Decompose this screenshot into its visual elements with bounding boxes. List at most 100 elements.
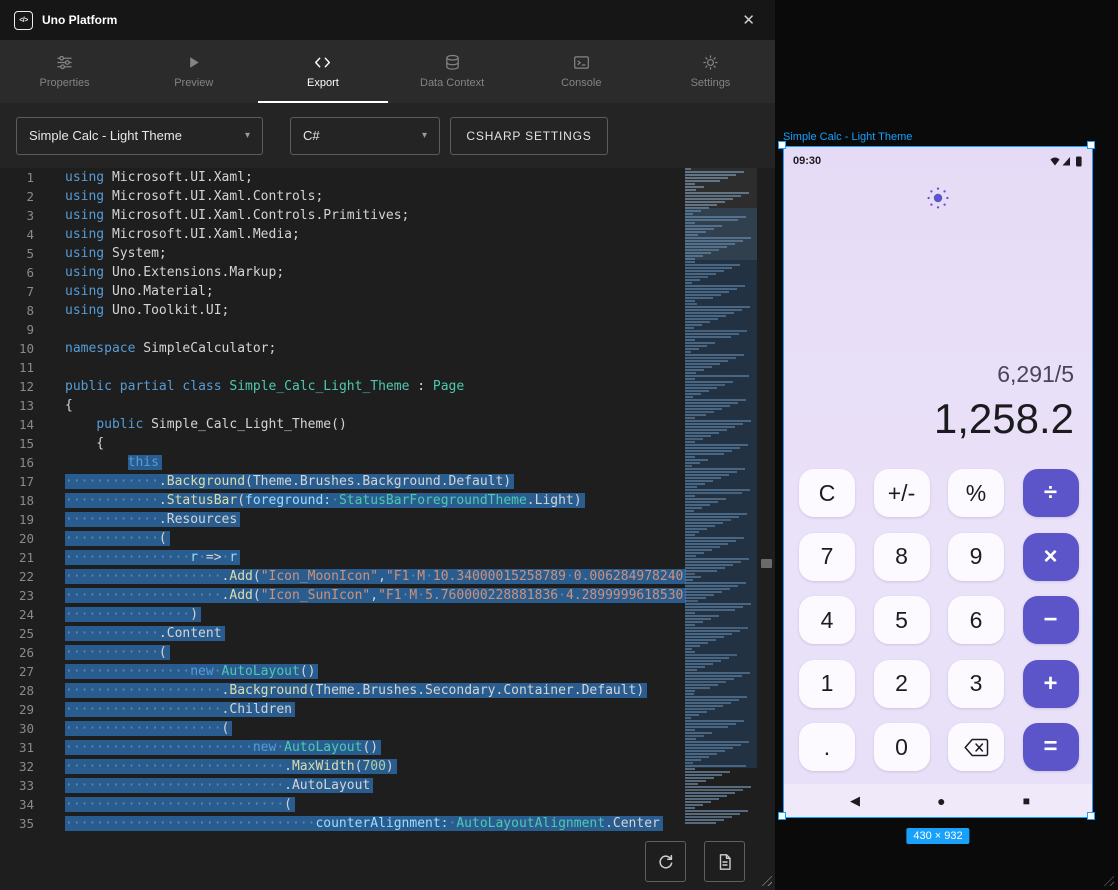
key-3[interactable]: 3 — [948, 660, 1004, 708]
code-line[interactable]: 5using System; — [0, 244, 775, 263]
code-line[interactable]: 18············.StatusBar(foreground:·Sta… — [0, 491, 775, 510]
minimap-viewport[interactable] — [685, 168, 757, 260]
display-expression: 6,291/5 — [934, 361, 1074, 388]
frame-label[interactable]: Simple Calc - Light Theme — [783, 131, 912, 143]
code-line[interactable]: 1using Microsoft.UI.Xaml; — [0, 168, 775, 187]
code-line[interactable]: 20············( — [0, 529, 775, 548]
code-line[interactable]: 35································counte… — [0, 814, 775, 832]
key-divide[interactable]: ÷ — [1023, 469, 1079, 517]
key-4[interactable]: 4 — [799, 596, 855, 644]
gear-icon — [702, 54, 719, 71]
nav-back-icon[interactable]: ◀ — [850, 793, 860, 809]
chevron-down-icon: ▾ — [422, 130, 427, 141]
language-select[interactable]: C# ▾ — [290, 117, 440, 155]
export-toolbar: Simple Calc - Light Theme ▾ C# ▾ CSHARP … — [0, 103, 775, 168]
key-minus[interactable]: − — [1023, 596, 1079, 644]
key-8[interactable]: 8 — [874, 533, 930, 581]
figma-canvas[interactable]: Simple Calc - Light Theme 09:30 6 — [775, 0, 1118, 890]
code-line[interactable]: 28····················.Background(Theme.… — [0, 681, 775, 700]
frame-size-badge: 430 × 932 — [906, 828, 969, 844]
key-percent[interactable]: % — [948, 469, 1004, 517]
tab-settings[interactable]: Settings — [646, 40, 775, 103]
wifi-signal-battery-icon — [1050, 156, 1083, 167]
selection-handle-bottom-right[interactable] — [1087, 812, 1095, 820]
key-equals[interactable]: = — [1023, 723, 1079, 771]
nav-recents-icon[interactable]: ■ — [1023, 794, 1030, 808]
tab-properties[interactable]: Properties — [0, 40, 129, 103]
minimap-selection — [685, 208, 757, 768]
key-decimal[interactable]: . — [799, 723, 855, 771]
theme-select[interactable]: Simple Calc - Light Theme ▾ — [16, 117, 263, 155]
code-line[interactable]: 3using Microsoft.UI.Xaml.Controls.Primit… — [0, 206, 775, 225]
phone-frame[interactable]: 09:30 6,291/5 1,258.2 C+/-%÷789× — [783, 146, 1093, 818]
play-icon — [185, 54, 202, 71]
selection-handle-top-right[interactable] — [1087, 141, 1095, 149]
code-line[interactable]: 23····················.Add("Icon_SunIcon… — [0, 586, 775, 605]
key-plus[interactable]: + — [1023, 660, 1079, 708]
code-line[interactable]: 16 this — [0, 453, 775, 472]
code-line[interactable]: 21················r·=>·r — [0, 548, 775, 567]
code-line[interactable]: 33····························.AutoLayou… — [0, 776, 775, 795]
code-line[interactable]: 17············.Background(Theme.Brushes.… — [0, 472, 775, 491]
selection-handle-top-left[interactable] — [778, 141, 786, 149]
selection-handle-bottom-left[interactable] — [778, 812, 786, 820]
code-line[interactable]: 14 public Simple_Calc_Light_Theme() — [0, 415, 775, 434]
key-5[interactable]: 5 — [874, 596, 930, 644]
key-sign[interactable]: +/- — [874, 469, 930, 517]
sliders-icon — [56, 54, 73, 71]
code-line[interactable]: 6using Uno.Extensions.Markup; — [0, 263, 775, 282]
code-line[interactable]: 22····················.Add("Icon_MoonIco… — [0, 567, 775, 586]
key-backspace[interactable] — [948, 723, 1004, 771]
code-line[interactable]: 25············.Content — [0, 624, 775, 643]
phone-status-bar: 09:30 — [784, 147, 1092, 171]
key-7[interactable]: 7 — [799, 533, 855, 581]
code-line[interactable]: 13{ — [0, 396, 775, 415]
code-line[interactable]: 9 — [0, 320, 775, 339]
nav-home-icon[interactable]: ● — [937, 793, 945, 809]
minimap[interactable] — [685, 168, 757, 825]
key-0[interactable]: 0 — [874, 723, 930, 771]
chevron-down-icon: ▾ — [245, 130, 250, 141]
code-brackets-icon — [314, 54, 331, 71]
tab-label: Data Context — [420, 77, 484, 89]
code-line[interactable]: 10namespace SimpleCalculator; — [0, 339, 775, 358]
tab-export[interactable]: Export — [258, 40, 387, 103]
code-lines: 1using Microsoft.UI.Xaml;2using Microsof… — [0, 168, 775, 832]
code-line[interactable]: 2using Microsoft.UI.Xaml.Controls; — [0, 187, 775, 206]
plugin-resize-grip[interactable] — [759, 873, 772, 886]
export-file-button[interactable] — [704, 841, 745, 882]
code-editor[interactable]: 1using Microsoft.UI.Xaml;2using Microsof… — [0, 168, 775, 832]
code-line[interactable]: 12public partial class Simple_Calc_Light… — [0, 377, 775, 396]
code-line[interactable]: 31························new·AutoLayout… — [0, 738, 775, 757]
code-line[interactable]: 26············( — [0, 643, 775, 662]
key-clear[interactable]: C — [799, 469, 855, 517]
key-2[interactable]: 2 — [874, 660, 930, 708]
console-icon — [573, 54, 590, 71]
code-line[interactable]: 7using Uno.Material; — [0, 282, 775, 301]
close-icon[interactable]: ✕ — [736, 11, 761, 30]
code-line[interactable]: 15 { — [0, 434, 775, 453]
code-line[interactable]: 24················) — [0, 605, 775, 624]
code-line[interactable]: 34····························( — [0, 795, 775, 814]
refresh-button[interactable] — [645, 841, 686, 882]
csharp-settings-button[interactable]: CSHARP SETTINGS — [450, 117, 608, 155]
code-line[interactable]: 30····················( — [0, 719, 775, 738]
code-line[interactable]: 8using Uno.Toolkit.UI; — [0, 301, 775, 320]
tab-data-context[interactable]: Data Context — [388, 40, 517, 103]
code-line[interactable]: 11 — [0, 358, 775, 377]
code-line[interactable]: 32····························.MaxWidth(… — [0, 757, 775, 776]
theme-toggle-button[interactable] — [926, 186, 950, 210]
tab-console[interactable]: Console — [517, 40, 646, 103]
key-6[interactable]: 6 — [948, 596, 1004, 644]
uno-plugin-window: </> Uno Platform ✕ Properties Preview Ex… — [0, 0, 775, 890]
code-line[interactable]: 4using Microsoft.UI.Xaml.Media; — [0, 225, 775, 244]
editor-scrollbar-thumb[interactable] — [761, 559, 772, 568]
key-9[interactable]: 9 — [948, 533, 1004, 581]
tab-preview[interactable]: Preview — [129, 40, 258, 103]
code-line[interactable]: 19············.Resources — [0, 510, 775, 529]
key-1[interactable]: 1 — [799, 660, 855, 708]
code-line[interactable]: 29····················.Children — [0, 700, 775, 719]
code-line[interactable]: 27················new·AutoLayout() — [0, 662, 775, 681]
tab-label: Console — [561, 77, 601, 89]
key-multiply[interactable]: × — [1023, 533, 1079, 581]
